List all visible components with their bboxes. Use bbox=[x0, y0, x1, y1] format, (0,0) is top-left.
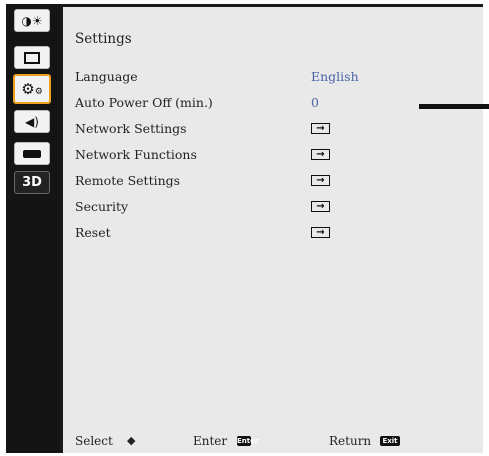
return-hint-label: Return bbox=[329, 434, 372, 448]
menu-row-label: Security bbox=[75, 199, 129, 214]
menu-row-remote-settings[interactable]: Remote Settings → bbox=[75, 173, 475, 191]
enter-arrow-icon[interactable]: → bbox=[311, 123, 330, 134]
sidebar-item-settings[interactable]: ⚙⚙ bbox=[13, 74, 51, 104]
footer-hint-bar: Select ◆ Enter Enter Return Exit bbox=[75, 434, 475, 450]
up-down-icon: ◆ bbox=[127, 434, 136, 447]
sidebar-item-screen[interactable] bbox=[14, 46, 50, 69]
menu-row-label: Network Settings bbox=[75, 121, 187, 136]
menu-row-network-functions[interactable]: Network Functions → bbox=[75, 147, 475, 165]
menu-row-language[interactable]: Language English bbox=[75, 69, 475, 87]
enter-arrow-icon[interactable]: → bbox=[311, 175, 330, 186]
3d-icon: 3D bbox=[22, 175, 42, 190]
speaker-icon: ◀) bbox=[25, 114, 39, 129]
gears-icon: ⚙⚙ bbox=[21, 80, 43, 98]
menu-row-network-settings[interactable]: Network Settings → bbox=[75, 121, 475, 139]
auto-power-off-value[interactable]: 0 bbox=[311, 95, 319, 110]
language-value[interactable]: English bbox=[311, 69, 359, 84]
projector-menu-frame: ◑☀ ⚙⚙ ◀) 3D Settings Language English Au… bbox=[6, 4, 489, 453]
menu-row-label: Reset bbox=[75, 225, 111, 240]
menu-row-security[interactable]: Security → bbox=[75, 199, 475, 217]
enter-arrow-icon[interactable]: → bbox=[311, 201, 330, 212]
sidebar-item-audio[interactable]: ◀) bbox=[14, 110, 50, 133]
menu-row-label: Language bbox=[75, 69, 138, 84]
sidebar: ◑☀ ⚙⚙ ◀) 3D bbox=[6, 4, 60, 453]
menu-row-label: Auto Power Off (min.) bbox=[75, 95, 213, 110]
sidebar-item-picture[interactable]: ◑☀ bbox=[14, 9, 50, 32]
projector-icon bbox=[23, 149, 41, 158]
exit-key-icon: Exit bbox=[380, 436, 400, 446]
settings-panel: Settings Language English Auto Power Off… bbox=[63, 7, 489, 453]
sidebar-item-projector[interactable] bbox=[14, 142, 50, 165]
menu-row-reset[interactable]: Reset → bbox=[75, 225, 475, 243]
auto-power-off-slider[interactable] bbox=[419, 104, 489, 109]
screen-icon bbox=[24, 51, 40, 64]
menu-row-label: Remote Settings bbox=[75, 173, 181, 188]
enter-arrow-icon[interactable]: → bbox=[311, 227, 330, 238]
menu-row-auto-power-off[interactable]: Auto Power Off (min.) 0 bbox=[75, 95, 475, 113]
sidebar-item-3d[interactable]: 3D bbox=[14, 171, 50, 194]
enter-arrow-icon[interactable]: → bbox=[311, 149, 330, 160]
picture-brightness-icon: ◑☀ bbox=[21, 13, 43, 28]
select-hint-label: Select bbox=[75, 434, 113, 448]
page-title: Settings bbox=[75, 31, 132, 47]
enter-key-icon: Enter bbox=[237, 436, 259, 446]
menu-row-label: Network Functions bbox=[75, 147, 197, 162]
enter-hint-label: Enter bbox=[193, 434, 228, 448]
